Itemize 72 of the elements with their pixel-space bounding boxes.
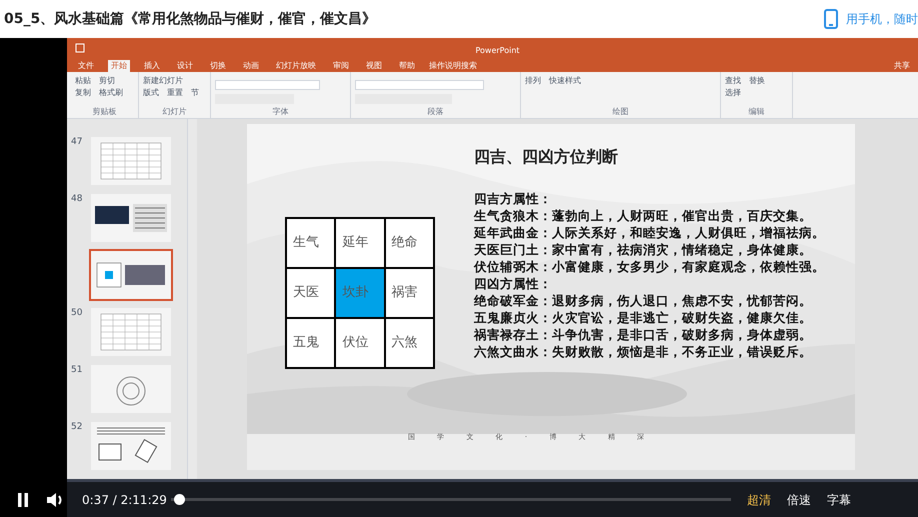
ribbon-button[interactable]: 查找 [725, 76, 741, 86]
quality-button[interactable]: 超清 [746, 490, 771, 508]
grid-cell: 坎卦 [336, 269, 384, 317]
attribute-line: 四吉方属性： [474, 190, 553, 207]
ribbon-button[interactable]: 新建幻灯片 [143, 76, 183, 86]
attribute-line: 天医巨门土：家中富有，祛病消灾，情绪稳定，身体健康。 [474, 241, 813, 258]
ribbon-button[interactable]: 粘贴 [75, 76, 91, 86]
phone-icon [824, 9, 838, 29]
grid-cell: 绝命 [386, 219, 433, 267]
ribbon-tab[interactable]: 幻灯片放映 [273, 60, 319, 72]
ribbon-button[interactable]: 重置 [167, 88, 183, 98]
ribbon-tab[interactable]: 审阅 [330, 60, 352, 72]
ribbon-tab[interactable]: 文件 [75, 60, 97, 72]
attribute-line: 四凶方属性： [474, 275, 553, 292]
ribbon-group-label: 绘图 [612, 106, 630, 118]
search-hint[interactable]: 操作说明搜索 [429, 60, 477, 72]
attribute-line: 祸害禄存土：斗争仇害，是非口舌，破财多病，身体虚弱。 [474, 326, 813, 343]
slide-number: 50 [71, 308, 82, 318]
slide-number: 51 [71, 365, 82, 375]
ribbon-group-label: 剪贴板 [92, 106, 118, 118]
ribbon-group-label: 段落 [426, 106, 444, 118]
pause-button[interactable] [16, 492, 30, 508]
ribbon-button[interactable]: 版式 [143, 88, 159, 98]
ribbon-button[interactable]: 替换 [749, 76, 765, 86]
attribute-line: 绝命破军金：退财多病，伤人退口，焦虑不安，忧郁苦闷。 [474, 292, 813, 309]
ribbon-button[interactable]: 节 [191, 88, 199, 98]
save-icon[interactable] [75, 43, 85, 53]
slide-number: 48 [71, 194, 82, 204]
slide-number: 47 [71, 137, 82, 147]
attribute-line: 生气贪狼木：蓬勃向上，人财两旺，催官出贵，百庆交集。 [474, 207, 813, 224]
slide-thumbnail[interactable] [91, 251, 171, 299]
subtitles-button[interactable]: 字幕 [826, 490, 851, 508]
ribbon-tab[interactable]: 设计 [174, 60, 196, 72]
ribbon-tab[interactable]: 开始 [108, 60, 130, 72]
ribbon-tab[interactable]: 视图 [363, 60, 385, 72]
ribbon-group-label: 字体 [272, 106, 290, 118]
ribbon-tab[interactable]: 帮助 [396, 60, 418, 72]
slide-title: 四吉、四凶方位判断 [474, 146, 618, 168]
attribute-line: 延年武曲金：人际关系好，和睦安逸，人财俱旺，增福祛病。 [474, 224, 825, 241]
slide-thumbnail[interactable] [91, 194, 171, 242]
slide-thumbnail[interactable] [91, 422, 171, 470]
attribute-line: 五鬼廉贞火：火灾官讼，是非逃亡，破财失盗，健康欠佳。 [474, 309, 813, 326]
ribbon-button[interactable]: 格式刷 [99, 88, 123, 98]
scrollbar[interactable] [187, 119, 197, 479]
attribute-line: 六煞文曲水：失财败散，烦恼是非，不务正业，错误贬斥。 [474, 343, 813, 360]
ribbon-button[interactable]: 复制 [75, 88, 91, 98]
slide-thumbnail[interactable] [91, 308, 171, 356]
ribbon-tab[interactable]: 切换 [207, 60, 229, 72]
grid-cell: 祸害 [386, 269, 433, 317]
slide-thumbnail[interactable] [91, 137, 171, 185]
grid-cell: 天医 [287, 269, 334, 317]
grid-cell: 延年 [336, 219, 384, 267]
ribbon-tab[interactable]: 动画 [240, 60, 262, 72]
grid-cell: 伏位 [336, 319, 384, 367]
grid-cell: 生气 [287, 219, 334, 267]
grid-cell: 五鬼 [287, 319, 334, 367]
ribbon-button[interactable]: 选择 [725, 88, 741, 98]
ribbon-button[interactable]: 剪切 [99, 76, 115, 86]
speed-button[interactable]: 倍速 [786, 490, 811, 508]
window-title: PowerPoint [475, 46, 520, 55]
grid-cell: 六煞 [386, 319, 433, 367]
video-title: 05_5、风水基础篇《常用化煞物品与催财，催官，催文昌》 [4, 10, 376, 28]
ribbon-group-label: 编辑 [748, 106, 766, 118]
slide-number: 52 [71, 422, 82, 432]
slide-thumbnail[interactable] [91, 365, 171, 413]
ribbon-group-label: 幻灯片 [162, 106, 188, 118]
share-button[interactable]: 共享 [894, 60, 910, 72]
time-display: 0:37 / 2:11:29 [82, 492, 167, 508]
ribbon-button[interactable]: 快速样式 [549, 76, 581, 86]
attribute-line: 伏位辅弼木：小富健康，女多男少，有家庭观念，依赖性强。 [474, 258, 825, 275]
ribbon-button[interactable]: 排列 [525, 76, 541, 86]
ribbon-tab[interactable]: 插入 [141, 60, 163, 72]
